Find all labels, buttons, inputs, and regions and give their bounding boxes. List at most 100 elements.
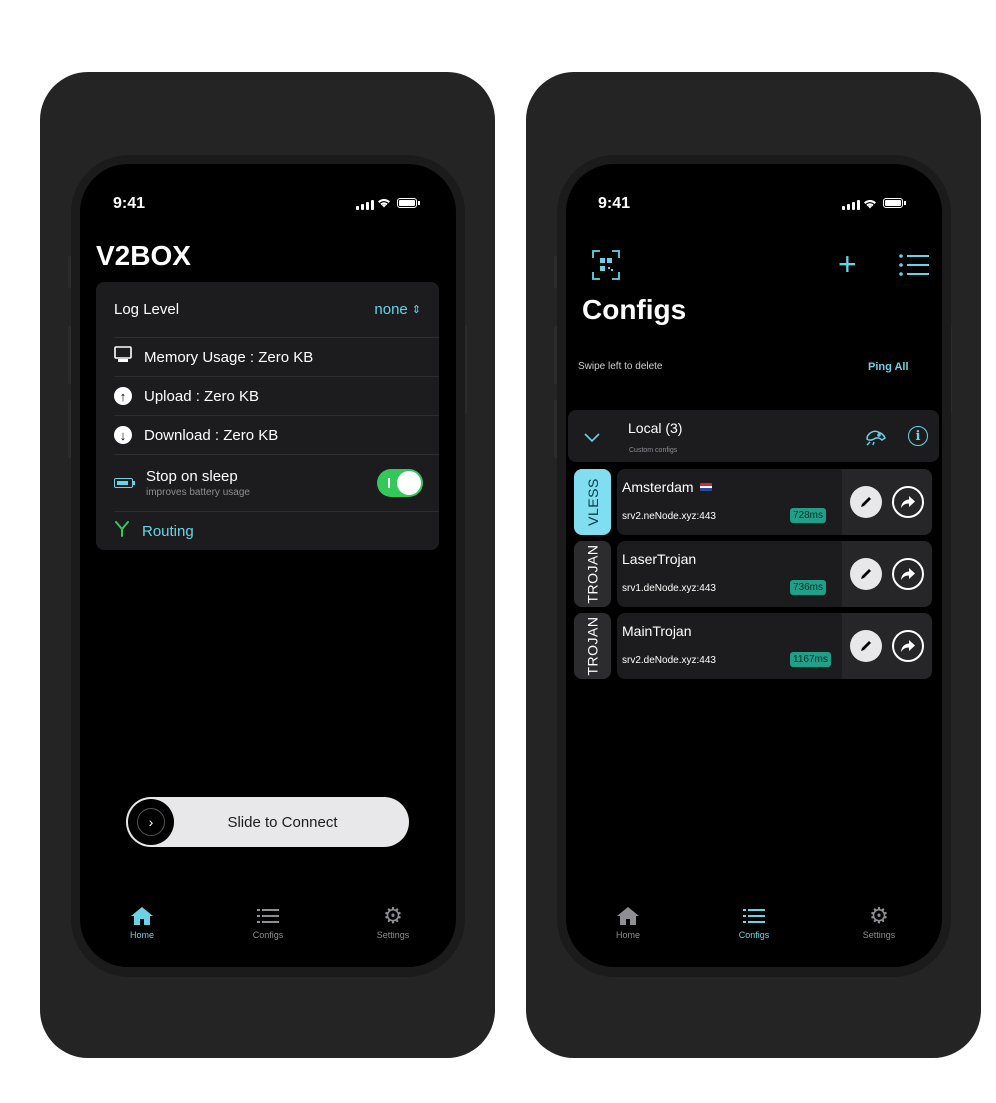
upload-row: ↑ Upload : Zero KB — [96, 377, 439, 415]
log-level-row[interactable]: Log Level none ⇕ — [96, 282, 439, 336]
tab-home-label: Home — [129, 930, 154, 940]
config-card[interactable]: LaserTrojan srv1.deNode.xyz:443 736ms — [617, 541, 932, 607]
group-header[interactable]: Local (3) Custom configs i — [568, 410, 939, 462]
sleep-label: Stop on sleep — [146, 468, 238, 485]
info-icon[interactable]: i — [908, 426, 928, 446]
signal-icon — [356, 200, 374, 210]
routing-row[interactable]: Routing — [96, 512, 439, 550]
wifi-icon — [863, 196, 877, 214]
config-name: Amsterdam — [622, 479, 694, 495]
ping-badge: 736ms — [790, 580, 827, 595]
upload-label: Upload : Zero KB — [144, 387, 260, 405]
protocol-tag: VLESS — [574, 469, 611, 535]
page-title: Configs — [582, 294, 687, 325]
tab-home[interactable]: Home — [608, 906, 648, 940]
home-icon — [617, 907, 639, 925]
tab-configs[interactable]: Configs — [248, 906, 288, 940]
slide-label: Slide to Connect — [227, 814, 338, 831]
share-arrow-icon — [901, 640, 915, 652]
tab-settings-label: Settings — [862, 930, 896, 940]
tab-configs-label: Configs — [738, 930, 770, 940]
tab-settings[interactable]: ⚙ Settings — [373, 903, 413, 941]
sleep-row: Stop on sleep improves battery usage — [96, 455, 439, 511]
edit-button[interactable] — [850, 486, 882, 518]
ping-badge: 728ms — [790, 508, 827, 523]
sleep-sublabel: improves battery usage — [146, 487, 250, 498]
gear-icon: ⚙ — [383, 903, 403, 928]
tab-home-label: Home — [615, 930, 640, 940]
app-title: V2BOX — [96, 240, 191, 271]
pencil-icon — [861, 497, 871, 507]
battery-icon — [883, 198, 903, 208]
share-button[interactable] — [892, 558, 924, 590]
log-level-value: none — [374, 300, 408, 318]
swipe-hint: Swipe left to delete — [578, 361, 663, 372]
wifi-icon — [377, 196, 391, 211]
tab-settings-label: Settings — [376, 930, 410, 940]
config-row[interactable]: VLESS Amsterdam srv2.neNode.xyz:443 728m… — [574, 469, 932, 535]
config-name: LaserTrojan — [622, 551, 697, 567]
config-name: MainTrojan — [622, 623, 692, 639]
protocol-label: TROJAN — [584, 616, 601, 676]
tab-configs[interactable]: Configs — [734, 906, 774, 940]
list-icon — [257, 909, 279, 923]
monitor-icon — [114, 346, 134, 368]
sleep-toggle[interactable] — [377, 469, 423, 497]
config-server: srv1.deNode.xyz:443 — [622, 583, 716, 594]
list-icon — [743, 909, 765, 923]
list-menu-icon[interactable] — [899, 254, 929, 281]
status-time: 9:41 — [113, 195, 146, 212]
share-arrow-icon — [901, 568, 915, 580]
arrow-down-circle-icon: ↓ — [114, 426, 132, 444]
share-button[interactable] — [892, 486, 924, 518]
edit-button[interactable] — [850, 558, 882, 590]
share-arrow-icon — [901, 496, 915, 508]
share-button[interactable] — [892, 630, 924, 662]
group-title: Local (3) — [628, 420, 683, 436]
ping-icon[interactable] — [864, 426, 888, 451]
protocol-label: TROJAN — [584, 544, 601, 604]
battery-tip — [418, 201, 420, 205]
right-phone-screen: 9:41 + Configs Swipe left to delete Ping… — [566, 164, 942, 967]
battery-icon — [114, 478, 136, 488]
ping-all-button[interactable]: Ping All — [868, 361, 909, 373]
home-icon — [131, 907, 153, 925]
edit-button[interactable] — [850, 630, 882, 662]
pencil-icon — [861, 641, 871, 651]
routing-label: Routing — [142, 522, 194, 540]
config-row[interactable]: TROJAN LaserTrojan srv1.deNode.xyz:443 7… — [574, 541, 932, 607]
memory-row: Memory Usage : Zero KB — [96, 338, 439, 376]
log-level-label: Log Level — [114, 300, 180, 318]
left-phone-screen: 9:41 V2BOX Log Level none ⇕ Memory Usage… — [80, 164, 456, 967]
protocol-tag: TROJAN — [574, 541, 611, 607]
download-label: Download : Zero KB — [144, 426, 279, 444]
memory-label: Memory Usage : Zero KB — [144, 348, 314, 366]
chevron-up-down-icon: ⇕ — [411, 303, 421, 316]
protocol-label: VLESS — [584, 478, 601, 526]
slide-to-connect[interactable]: › Slide to Connect — [126, 797, 409, 847]
config-actions — [842, 613, 932, 679]
config-card[interactable]: MainTrojan srv2.deNode.xyz:443 1167ms — [617, 613, 932, 679]
group-subtitle: Custom configs — [629, 447, 678, 454]
stats-card: Log Level none ⇕ Memory Usage : Zero KB … — [96, 282, 439, 550]
config-actions — [842, 541, 932, 607]
add-icon[interactable]: + — [838, 248, 857, 280]
signal-icon — [842, 200, 860, 210]
config-row[interactable]: TROJAN MainTrojan srv2.deNode.xyz:443 11… — [574, 613, 932, 679]
status-time: 9:41 — [598, 195, 631, 212]
config-server: srv2.neNode.xyz:443 — [622, 511, 716, 522]
download-row: ↓ Download : Zero KB — [96, 416, 439, 454]
chevron-down-icon — [584, 430, 600, 448]
tab-settings[interactable]: ⚙ Settings — [859, 903, 899, 941]
config-server: srv2.deNode.xyz:443 — [622, 655, 716, 666]
config-card[interactable]: Amsterdam srv2.neNode.xyz:443 728ms — [617, 469, 932, 535]
config-actions — [842, 469, 932, 535]
pencil-icon — [861, 569, 871, 579]
battery-icon — [397, 198, 417, 208]
log-level-picker[interactable]: none ⇕ — [374, 301, 421, 318]
gear-icon: ⚙ — [869, 903, 889, 928]
netherlands-flag-icon — [699, 483, 712, 491]
qr-scan-icon[interactable] — [592, 250, 620, 285]
tab-home[interactable]: Home — [122, 906, 162, 940]
tab-configs-label: Configs — [252, 930, 284, 940]
